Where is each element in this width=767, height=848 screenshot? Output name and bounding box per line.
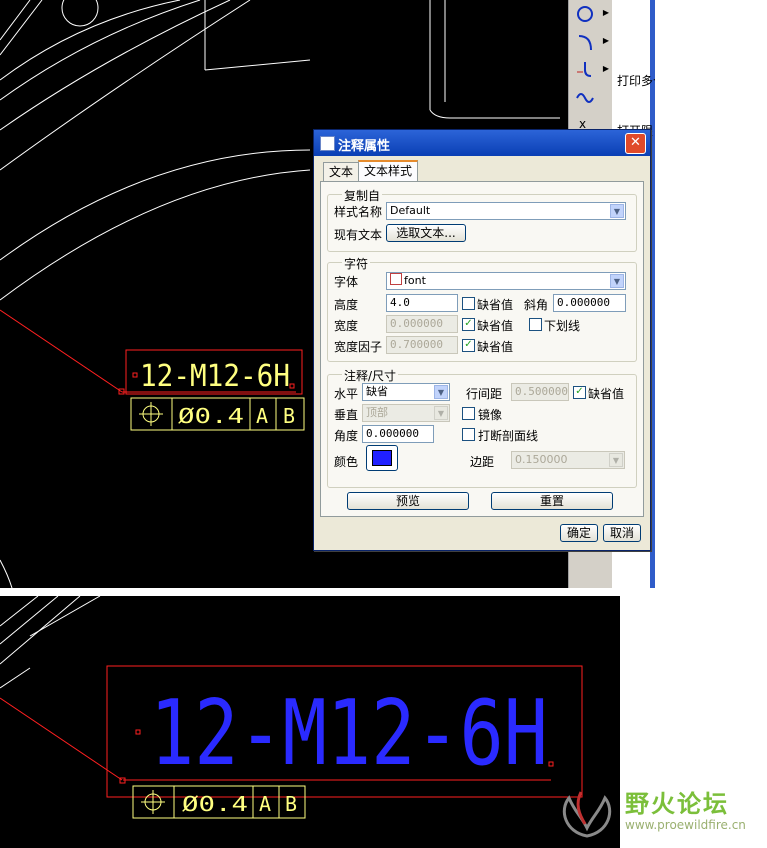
tab-text[interactable]: 文本 bbox=[323, 162, 360, 181]
side-item-print-multiple[interactable]: 打印多个 bbox=[617, 72, 655, 89]
group-title-character: 字符 bbox=[342, 255, 371, 272]
color-button[interactable] bbox=[366, 445, 398, 471]
height-default-label: 缺省值 bbox=[477, 298, 514, 312]
margin-label: 边距 bbox=[470, 455, 495, 469]
fcf-datum-a-bottom: A bbox=[259, 792, 271, 816]
margin-select[interactable]: 0.150000 ▼ bbox=[511, 451, 625, 469]
note-properties-dialog: 注释属性 ✕ 文本 文本样式 复制自 样式名称 Default ▼ 现有文本 选… bbox=[313, 129, 651, 551]
line-spacing-default-checkbox[interactable]: ✓ bbox=[573, 386, 586, 399]
width-factor-default-checkbox[interactable]: ✓ bbox=[462, 339, 475, 352]
fcf-datum-b-bottom: B bbox=[285, 792, 297, 816]
tab-text-style[interactable]: 文本样式 bbox=[358, 160, 419, 183]
font-select[interactable]: font ▼ bbox=[386, 272, 626, 290]
preview-button[interactable]: 预览 bbox=[347, 492, 469, 510]
color-label: 颜色 bbox=[334, 455, 359, 469]
underline-checkbox[interactable] bbox=[529, 318, 542, 331]
font-label: 字体 bbox=[334, 275, 359, 289]
color-swatch bbox=[372, 450, 392, 466]
style-name-select[interactable]: Default ▼ bbox=[386, 202, 626, 220]
slant-label: 斜角 bbox=[524, 298, 549, 312]
height-default-checkbox[interactable] bbox=[462, 297, 475, 310]
fillet-tool[interactable]: ▶ bbox=[573, 58, 609, 82]
height-input[interactable]: 4.0 bbox=[386, 294, 458, 312]
note-text-bottom[interactable]: 12-M12-6H bbox=[150, 681, 548, 786]
tab-panel-text-style: 复制自 样式名称 Default ▼ 现有文本 选取文本... 字符 字体 fo… bbox=[320, 181, 644, 517]
group-title-note-dimension: 注释/尺寸 bbox=[342, 367, 399, 384]
break-hatch-label: 打断剖面线 bbox=[478, 429, 539, 443]
vertical-select[interactable]: 顶部 ▼ bbox=[362, 404, 450, 422]
circle-tool[interactable]: ▶ bbox=[573, 2, 609, 26]
ok-button[interactable]: 确定 bbox=[560, 524, 598, 542]
width-input[interactable]: 0.000000 bbox=[386, 315, 458, 333]
chevron-right-icon: ▶ bbox=[602, 36, 609, 45]
margin-value: 0.150000 bbox=[515, 453, 568, 466]
break-hatch-checkbox[interactable] bbox=[462, 428, 475, 441]
fcf-tolerance-top: Ø0.4 bbox=[178, 404, 244, 428]
underline-label: 下划线 bbox=[544, 319, 581, 333]
style-name-label: 样式名称 bbox=[334, 205, 383, 219]
fcf-datum-a-top: A bbox=[256, 404, 268, 428]
dialog-app-icon bbox=[320, 136, 335, 151]
group-note-dimension: 注释/尺寸 水平 缺省 ▼ 行间距 0.500000 ✓ 缺省值 垂直 顶部 ▼… bbox=[327, 367, 637, 488]
vertical-label: 垂直 bbox=[334, 408, 359, 422]
dialog-titlebar[interactable]: 注释属性 ✕ bbox=[314, 130, 650, 156]
angle-input[interactable]: 0.000000 bbox=[362, 425, 434, 443]
forum-watermark: 野火论坛 www.proewildfire.cn bbox=[555, 780, 767, 848]
forum-logo-icon bbox=[563, 791, 611, 838]
chevron-down-icon: ▼ bbox=[609, 453, 623, 467]
existing-text-label: 现有文本 bbox=[334, 228, 383, 242]
cad-geometry-bottom: 12-M12-6H Ø0.4 A B bbox=[0, 596, 583, 819]
fcf-datum-b-top: B bbox=[283, 404, 295, 428]
width-factor-label: 宽度因子 bbox=[334, 340, 383, 354]
reset-button[interactable]: 重置 bbox=[491, 492, 613, 510]
horizontal-value: 缺省 bbox=[366, 385, 388, 398]
arc-tool[interactable]: ▶ bbox=[573, 30, 609, 54]
chevron-down-icon: ▼ bbox=[610, 274, 624, 288]
slant-input[interactable]: 0.000000 bbox=[553, 294, 626, 312]
font-icon bbox=[390, 273, 402, 285]
width-default-label: 缺省值 bbox=[477, 319, 514, 333]
mirror-checkbox[interactable] bbox=[462, 407, 475, 420]
width-factor-input[interactable]: 0.700000 bbox=[386, 336, 458, 354]
chevron-down-icon: ▼ bbox=[610, 204, 624, 218]
select-text-button[interactable]: 选取文本... bbox=[386, 224, 466, 242]
width-default-checkbox[interactable]: ✓ bbox=[462, 318, 475, 331]
line-spacing-label: 行间距 bbox=[466, 387, 503, 401]
chevron-down-icon: ▼ bbox=[434, 385, 448, 399]
style-name-value: Default bbox=[390, 204, 431, 217]
dialog-title: 注释属性 bbox=[338, 139, 391, 154]
width-label: 宽度 bbox=[334, 319, 359, 333]
line-spacing-default-label: 缺省值 bbox=[588, 387, 625, 401]
group-copy-from: 复制自 样式名称 Default ▼ 现有文本 选取文本... bbox=[327, 187, 637, 252]
horizontal-select[interactable]: 缺省 ▼ bbox=[362, 383, 450, 401]
watermark-url: www.proewildfire.cn bbox=[625, 818, 746, 832]
vertical-value: 顶部 bbox=[366, 406, 388, 419]
spline-tool[interactable] bbox=[573, 86, 609, 110]
mirror-label: 镜像 bbox=[478, 408, 503, 422]
chevron-down-icon: ▼ bbox=[434, 406, 448, 420]
group-character: 字符 字体 font ▼ 高度 4.0 缺省值 斜角 0.000000 宽度 0… bbox=[327, 255, 637, 362]
width-factor-default-label: 缺省值 bbox=[477, 340, 514, 354]
cancel-button[interactable]: 取消 bbox=[603, 524, 641, 542]
group-title-copy-from: 复制自 bbox=[342, 187, 383, 204]
height-label: 高度 bbox=[334, 298, 359, 312]
angle-label: 角度 bbox=[334, 429, 359, 443]
note-text-top[interactable]: 12-M12-6H bbox=[140, 359, 290, 394]
close-icon[interactable]: ✕ bbox=[625, 133, 646, 154]
fcf-tolerance-bottom: Ø0.4 bbox=[182, 792, 248, 816]
chevron-right-icon: ▶ bbox=[602, 64, 609, 73]
chevron-right-icon: ▶ bbox=[602, 8, 609, 17]
line-spacing-input[interactable]: 0.500000 bbox=[511, 383, 569, 401]
font-value: font bbox=[404, 274, 426, 287]
watermark-title: 野火论坛 bbox=[625, 790, 729, 818]
cad-viewport-bottom[interactable]: 12-M12-6H Ø0.4 A B bbox=[0, 596, 620, 848]
horizontal-label: 水平 bbox=[334, 387, 359, 401]
